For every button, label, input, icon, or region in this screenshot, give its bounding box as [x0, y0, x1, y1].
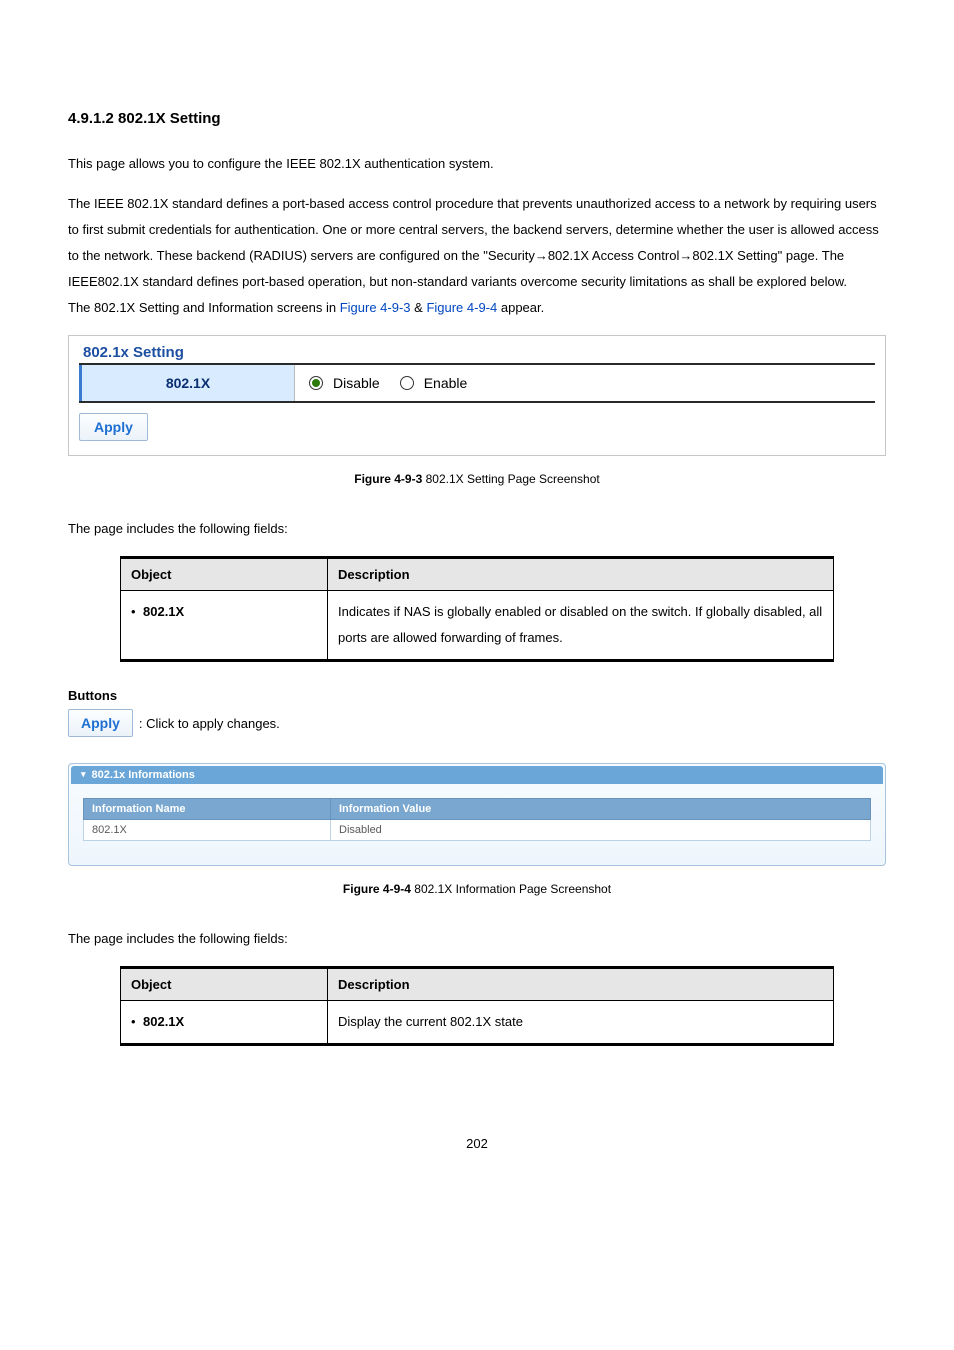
fields2-description: Display the current 802.1X state: [328, 1001, 834, 1045]
information-col-name: Information Name: [84, 799, 331, 820]
information-table: Information Name Information Value 802.1…: [83, 798, 871, 841]
radio-disable-label: Disable: [333, 375, 380, 391]
information-row-name: 802.1X: [84, 820, 331, 841]
figure-4-9-3-caption: Figure 4-9-3 802.1X Setting Page Screens…: [68, 472, 886, 486]
setting-panel-title: 802.1x Setting: [79, 344, 875, 365]
fields2-object-cell: •802.1X: [121, 1001, 328, 1045]
fields-intro-1: The page includes the following fields:: [68, 516, 886, 542]
link-figure-4-9-3[interactable]: Figure 4-9-3: [340, 300, 411, 315]
setting-row-value: Disable Enable: [295, 365, 875, 401]
buttons-heading: Buttons: [68, 688, 886, 703]
screens-amp: &: [411, 300, 427, 315]
information-row-value: Disabled: [331, 820, 871, 841]
figure-4-9-4-caption-bold: Figure 4-9-4: [343, 882, 411, 896]
fields-table-1: Object Description •802.1X Indicates if …: [120, 556, 834, 662]
link-figure-4-9-4[interactable]: Figure 4-9-4: [426, 300, 497, 315]
fields1-object-cell: •802.1X: [121, 591, 328, 661]
main-paragraph-text: The IEEE 802.1X standard defines a port-…: [68, 196, 879, 289]
chevron-down-icon: ▾: [81, 769, 86, 780]
information-col-value: Information Value: [331, 799, 871, 820]
information-panel-header: ▾ 802.1x Informations: [71, 766, 883, 784]
screens-sentence-prefix: The 802.1X Setting and Information scree…: [68, 300, 340, 315]
apply-button-description: : Click to apply changes.: [139, 716, 280, 731]
fields1-description: Indicates if NAS is globally enabled or …: [328, 591, 834, 661]
fields2-header-description: Description: [328, 968, 834, 1001]
figure-4-9-3-caption-rest: 802.1X Setting Page Screenshot: [422, 472, 599, 486]
fields2-header-object: Object: [121, 968, 328, 1001]
main-paragraph: The IEEE 802.1X standard defines a port-…: [68, 191, 886, 321]
fields1-object: 802.1X: [143, 604, 184, 619]
radio-disable[interactable]: [309, 376, 323, 390]
setting-panel: 802.1x Setting 802.1X Disable Enable App…: [68, 335, 886, 456]
information-panel-header-text: 802.1x Informations: [92, 769, 195, 781]
radio-enable-label: Enable: [424, 375, 468, 391]
fields-header-description: Description: [328, 558, 834, 591]
section-heading: 4.9.1.2 802.1X Setting: [68, 110, 886, 127]
page-number: 202: [68, 1136, 886, 1151]
information-panel: ▾ 802.1x Informations Information Name In…: [68, 763, 886, 866]
fields-intro-2: The page includes the following fields:: [68, 926, 886, 952]
setting-row: 802.1X Disable Enable: [79, 365, 875, 403]
screens-sentence-suffix: appear.: [497, 300, 544, 315]
setting-row-label: 802.1X: [79, 365, 295, 401]
apply-button[interactable]: Apply: [79, 413, 148, 441]
figure-4-9-4-caption: Figure 4-9-4 802.1X Information Page Scr…: [68, 882, 886, 896]
fields-header-object: Object: [121, 558, 328, 591]
figure-4-9-4-caption-rest: 802.1X Information Page Screenshot: [411, 882, 611, 896]
figure-4-9-3-caption-bold: Figure 4-9-3: [354, 472, 422, 486]
apply-button-inline[interactable]: Apply: [68, 709, 133, 737]
radio-enable[interactable]: [400, 376, 414, 390]
fields-table-2: Object Description •802.1X Display the c…: [120, 966, 834, 1046]
fields2-object: 802.1X: [143, 1014, 184, 1029]
intro-paragraph: This page allows you to configure the IE…: [68, 151, 886, 177]
